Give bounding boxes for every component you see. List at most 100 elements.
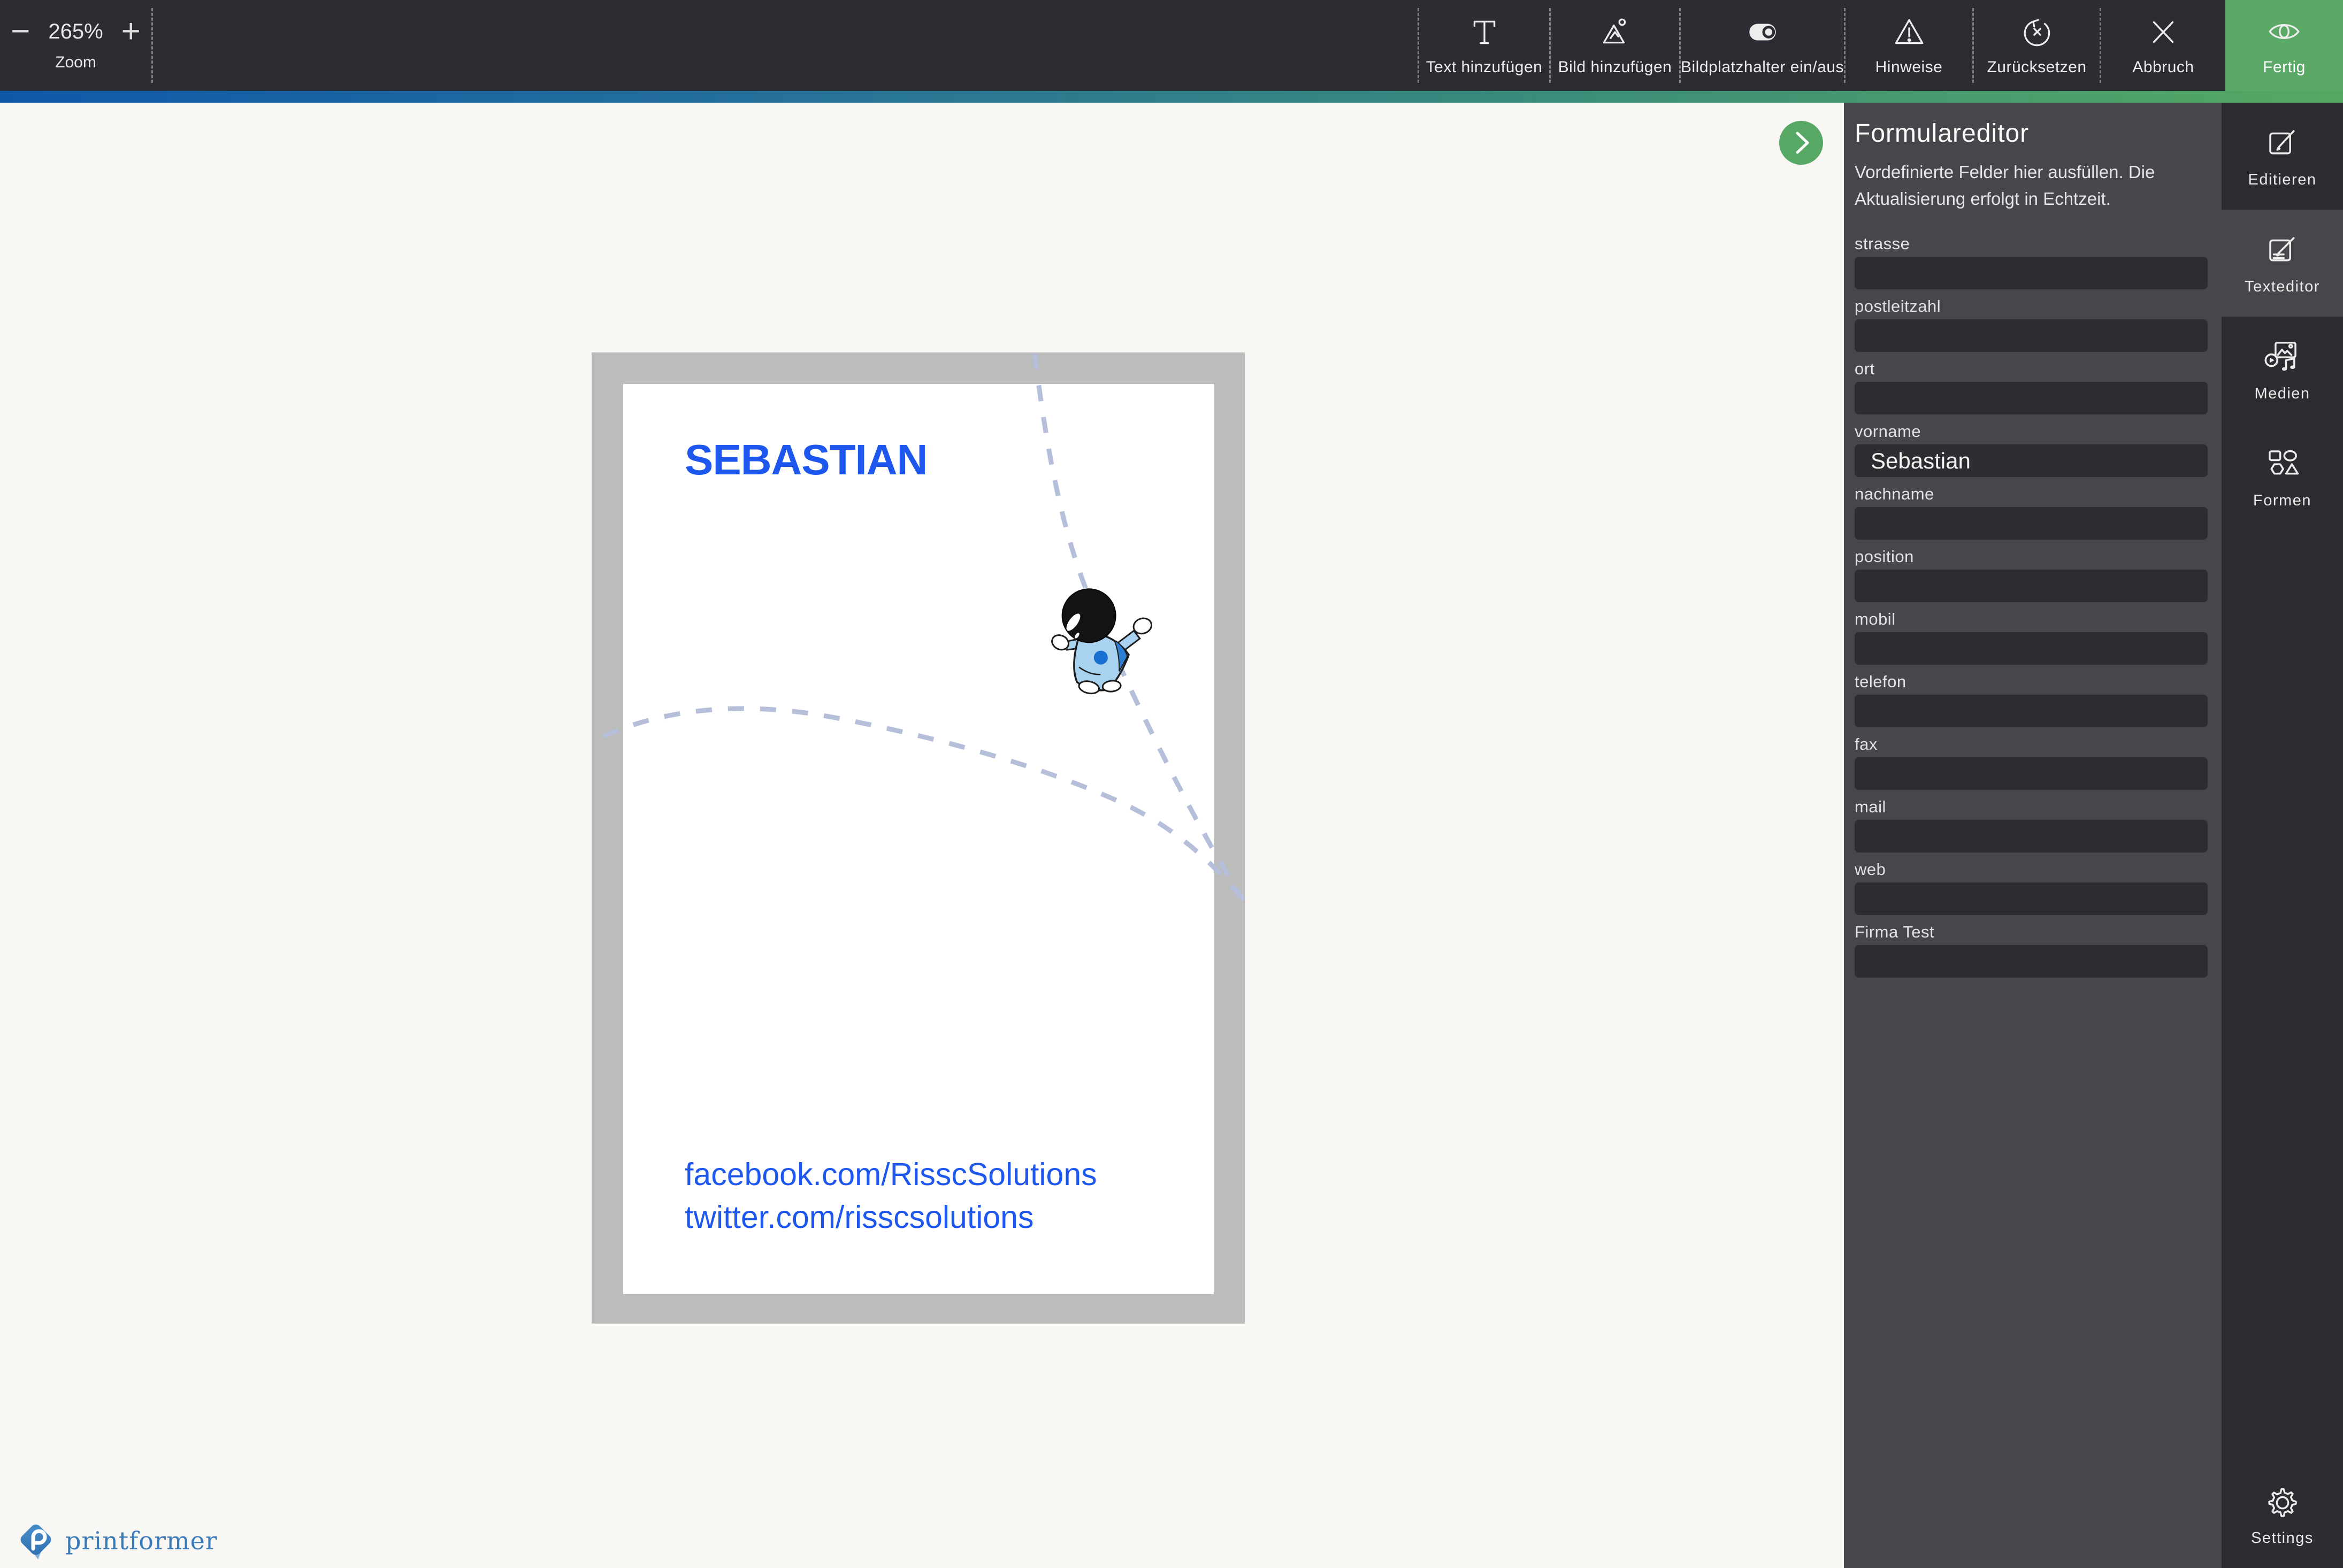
media-icon <box>2264 341 2296 371</box>
form-field-input-position[interactable] <box>1855 570 2208 602</box>
form-field-row: web <box>1855 860 2209 915</box>
text-editor-icon <box>2269 236 2295 261</box>
add-text-button[interactable]: Text hinzufügen <box>1419 0 1549 91</box>
zoom-in-button[interactable]: + <box>121 15 141 48</box>
form-field-row: fax <box>1855 735 2209 790</box>
panel-title: Formulareditor <box>1855 119 2030 148</box>
twitter-link-text: twitter.com/risscsolutions <box>685 1200 1034 1235</box>
add-image-label: Bild hinzufügen <box>1558 58 1672 76</box>
form-field-input-postleitzahl[interactable] <box>1855 319 2208 352</box>
card-name-text[interactable]: SEBASTIAN <box>685 435 928 485</box>
form-field-row: telefon <box>1855 673 2209 727</box>
rail-item-medien[interactable]: Medien <box>2222 317 2343 424</box>
form-field-label: position <box>1855 547 1914 566</box>
panel-subtitle-line-2: Aktualisierung erfolgt in Echtzeit. <box>1855 189 2111 209</box>
rail-item-formen[interactable]: Formen <box>2222 424 2343 531</box>
form-field-label: vorname <box>1855 422 1921 441</box>
card-social-links[interactable]: facebook.com/RisscSolutions twitter.com/… <box>685 1153 1097 1239</box>
shapes-icon <box>2268 450 2299 474</box>
printformer-brand[interactable]: printformer <box>16 1521 218 1561</box>
printformer-logo-text: printformer <box>65 1526 218 1555</box>
toolbar-divider <box>1418 8 1419 83</box>
cancel-button[interactable]: Abbruch <box>2101 0 2225 91</box>
form-field-input-web[interactable] <box>1855 882 2208 915</box>
image-add-icon <box>1603 18 1626 44</box>
form-field-row: vorname <box>1855 422 2209 477</box>
close-icon <box>2153 21 2174 43</box>
form-field-label: telefon <box>1855 672 1906 691</box>
form-field-row: ort <box>1855 360 2209 414</box>
edit-icon <box>2269 129 2295 154</box>
panel-subtitle-line-1: Vordefinierte Felder hier ausfüllen. Die <box>1855 162 2155 182</box>
form-field-input-nachname[interactable] <box>1855 507 2208 540</box>
rail-item-label: Texteditor <box>2245 278 2320 295</box>
toolbar-divider <box>1844 8 1846 83</box>
text-add-icon <box>1473 20 1495 44</box>
rail-item-texteditor[interactable]: Texteditor <box>2222 210 2343 317</box>
top-toolbar: − 265% + Zoom Text hinzufügen Bild hinzu… <box>0 0 2343 91</box>
form-field-label: mobil <box>1855 610 1896 628</box>
form-field-label: nachname <box>1855 485 1934 503</box>
cancel-label: Abbruch <box>2132 58 2194 76</box>
rail-item-settings[interactable]: Settings <box>2222 1473 2343 1558</box>
zoom-level-value: 265% <box>48 19 103 43</box>
hints-label: Hinweise <box>1875 58 1943 76</box>
image-placeholder-toggle-button[interactable]: Bildplatzhalter ein/aus <box>1681 0 1844 91</box>
form-field-label: strasse <box>1855 234 1910 253</box>
zoom-out-button[interactable]: − <box>11 15 30 48</box>
form-field-input-mail[interactable] <box>1855 820 2208 852</box>
form-field-input-mobil[interactable] <box>1855 632 2208 665</box>
form-field-label: mail <box>1855 797 1886 816</box>
form-field-label: Firma Test <box>1855 923 1935 941</box>
toolbar-divider <box>2100 8 2101 83</box>
form-field-label: fax <box>1855 735 1878 754</box>
form-field-input-vorname[interactable] <box>1855 444 2208 477</box>
eye-icon <box>2269 24 2300 39</box>
hints-button[interactable]: Hinweise <box>1846 0 1972 91</box>
form-field-input-ort[interactable] <box>1855 382 2208 414</box>
panel-subtitle: Vordefinierte Felder hier ausfüllen. Die… <box>1855 159 2209 212</box>
add-text-label: Text hinzufügen <box>1426 58 1543 76</box>
form-field-input-telefon[interactable] <box>1855 695 2208 727</box>
form-editor-panel: Formulareditor Vordefinierte Felder hier… <box>1844 103 2222 1568</box>
business-card-page[interactable]: SEBASTIAN facebook.com/RisscSolutions tw… <box>623 384 1214 1294</box>
form-field-row: Firma Test <box>1855 923 2209 978</box>
warning-icon <box>1895 19 1923 44</box>
chevron-right-icon <box>1796 132 1809 154</box>
form-field-input-fax[interactable] <box>1855 757 2208 790</box>
form-field-input-strasse[interactable] <box>1855 257 2208 289</box>
rail-item-label: Settings <box>2251 1529 2314 1547</box>
reset-button[interactable]: Zurücksetzen <box>1974 0 2100 91</box>
toolbar-divider <box>151 8 153 83</box>
artboard-bleed: SEBASTIAN facebook.com/RisscSolutions tw… <box>592 352 1245 1324</box>
zoom-label: Zoom <box>55 53 96 71</box>
form-field-row: mail <box>1855 798 2209 852</box>
gear-icon <box>2268 1488 2297 1517</box>
toolbar-divider <box>1679 8 1681 83</box>
rail-item-editieren[interactable]: Editieren <box>2222 103 2343 210</box>
form-field-label: web <box>1855 860 1886 879</box>
panel-collapse-button[interactable] <box>1779 121 1823 165</box>
add-image-button[interactable]: Bild hinzufügen <box>1551 0 1679 91</box>
form-field-label: ort <box>1855 359 1875 378</box>
accent-gradient-bar <box>0 91 2343 103</box>
rail-item-label: Formen <box>2253 491 2311 509</box>
form-field-row: mobil <box>1855 610 2209 665</box>
design-canvas[interactable]: SEBASTIAN facebook.com/RisscSolutions tw… <box>0 103 1844 1568</box>
reset-icon <box>2024 19 2050 47</box>
reset-label: Zurücksetzen <box>1987 58 2087 76</box>
form-fields: strasse postleitzahl ort vorname nachname pos… <box>1855 235 2209 978</box>
done-button[interactable]: Fertig <box>2225 0 2343 91</box>
facebook-link-text: facebook.com/RisscSolutions <box>685 1157 1097 1192</box>
tool-rail: Editieren Texteditor Medien Formen Setti… <box>2222 103 2343 1568</box>
zoom-controls: − 265% + Zoom <box>0 0 151 91</box>
toolbar-divider <box>1549 8 1551 83</box>
form-field-row: nachname <box>1855 485 2209 540</box>
form-field-row: strasse <box>1855 235 2209 289</box>
form-field-input-firma-test[interactable] <box>1855 945 2208 978</box>
rail-item-label: Medien <box>2254 385 2310 402</box>
toggle-icon <box>1749 24 1776 41</box>
done-label: Fertig <box>2263 58 2306 76</box>
form-field-row: postleitzahl <box>1855 297 2209 352</box>
